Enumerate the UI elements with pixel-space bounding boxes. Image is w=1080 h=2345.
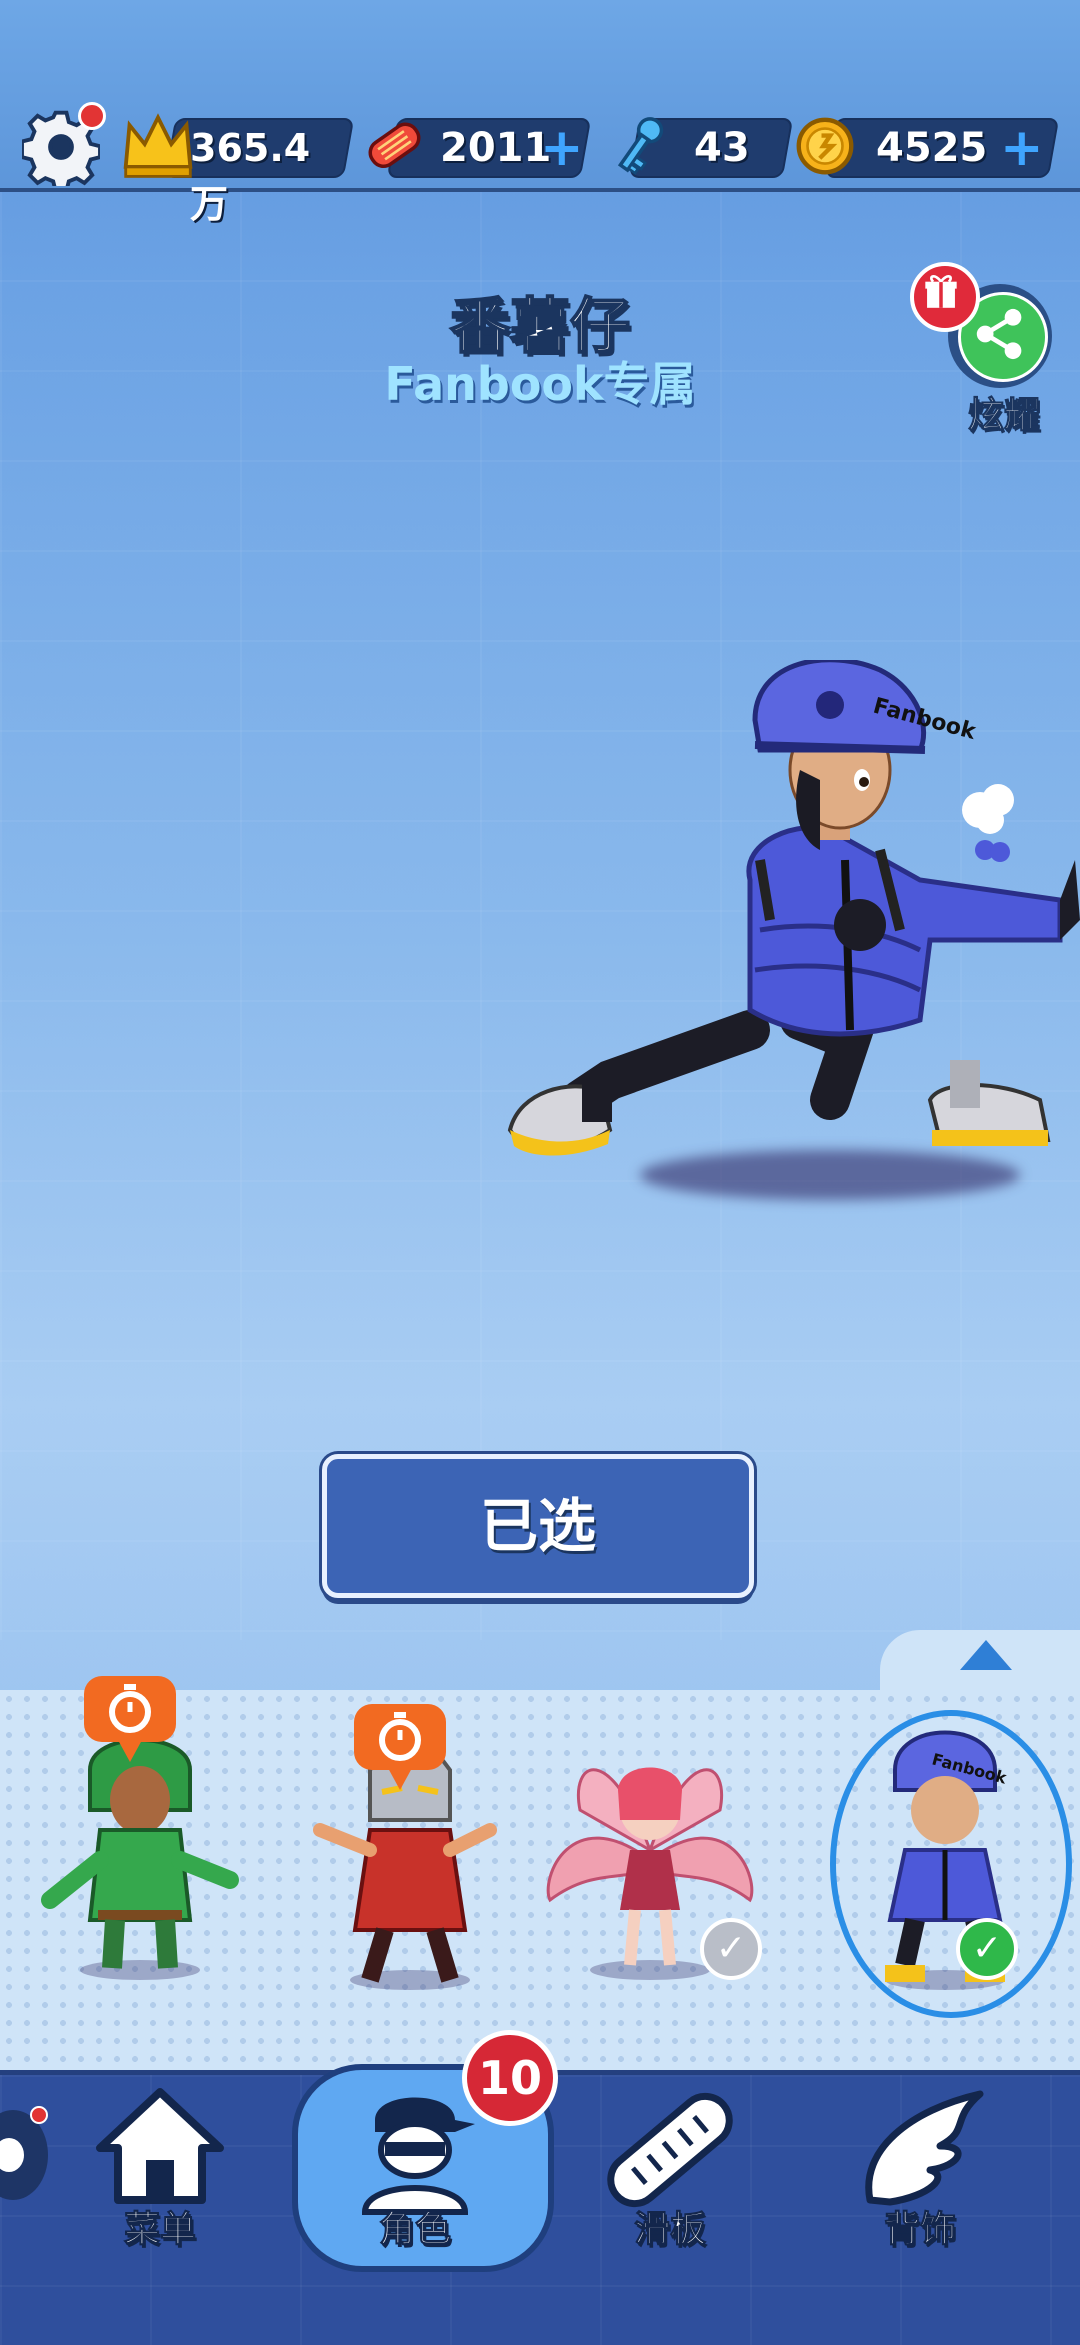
gift-icon — [910, 262, 980, 332]
stopwatch-icon — [109, 1684, 151, 1733]
timer-badge — [84, 1676, 176, 1762]
nav-item-board[interactable]: 滑板 — [570, 2080, 770, 2260]
home-icon — [96, 2088, 224, 2204]
wings-icon — [865, 2090, 984, 2206]
selected-check-icon: ✓ — [956, 1918, 1018, 1980]
nav-item-menu[interactable]: 菜单 — [60, 2080, 260, 2260]
nav-label-board: 滑板 — [633, 2209, 706, 2251]
hoverboard-icon — [368, 122, 421, 169]
character-subtitle: Fanbook专属 — [384, 357, 696, 411]
selected-button-label: 已选 — [479, 1492, 596, 1560]
coin-icon — [796, 117, 854, 175]
nav-item-backpack[interactable]: 背饰 — [820, 2080, 1020, 2260]
stopwatch-icon — [379, 1712, 421, 1761]
key-icon — [617, 117, 664, 175]
coins-value: 4525 — [876, 125, 988, 171]
boards-plus-button[interactable]: + — [540, 120, 584, 176]
notification-dot — [30, 2106, 48, 2124]
nav-label-backpack: 背饰 — [883, 2209, 956, 2251]
chevron-up-icon[interactable] — [960, 1640, 1012, 1670]
coins-plus-button[interactable]: + — [1000, 120, 1044, 176]
score-value: 365.4万 — [190, 126, 311, 226]
nav-label-menu: 菜单 — [123, 2209, 196, 2251]
skateboard-icon — [607, 2092, 733, 2208]
crown-icon — [123, 113, 193, 178]
keys-value: 43 — [694, 125, 750, 171]
boards-value: 2011 — [440, 125, 552, 171]
share-label: 炫耀 — [967, 395, 1040, 437]
character-model[interactable]: Fanbook — [500, 660, 1080, 1220]
owned-check-icon: ✓ — [700, 1918, 762, 1980]
notification-dot — [78, 102, 106, 130]
timer-badge — [354, 1704, 446, 1790]
character-thumb-fanbook[interactable]: Fanbook — [835, 1710, 1055, 2010]
nav-label-character: 角色 — [378, 2209, 451, 2251]
character-count-badge: 10 — [462, 2030, 558, 2126]
selected-button[interactable]: 已选 — [322, 1454, 754, 1598]
